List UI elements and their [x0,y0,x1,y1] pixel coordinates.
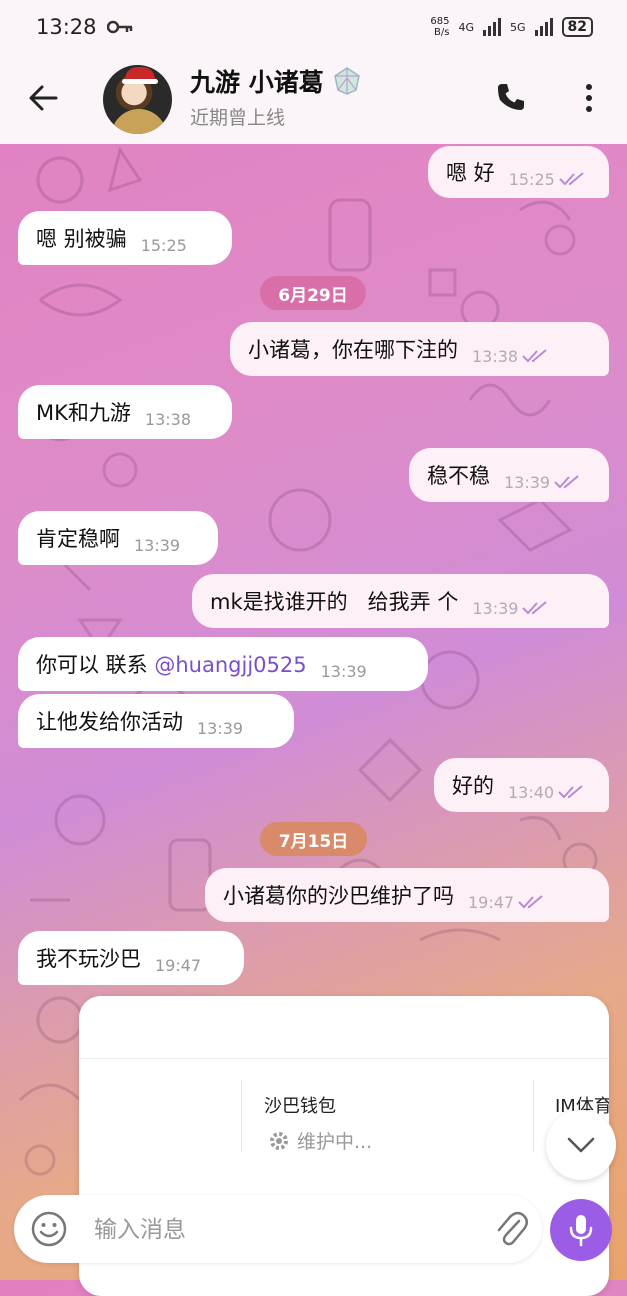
phone-call-icon[interactable] [495,81,527,113]
avatar[interactable] [103,65,172,134]
message-bubble-incoming[interactable]: 让他发给你活动 13:39 [18,694,294,748]
message-time: 15:25 [140,235,187,255]
message-text: mk是找谁开的 给我弄 个 [210,590,459,614]
double-check-icon [522,349,547,363]
message-bubble-incoming[interactable]: 你可以 联系 @huangjj0525 13:39 [18,637,428,691]
double-check-icon [554,475,579,489]
message-text: 小诸葛，你在哪下注的 [248,338,458,362]
message-bubble-outgoing[interactable]: 小诸葛，你在哪下注的 13:38 [230,322,609,376]
message-text: 你可以 联系 @huangjj0525 [36,653,307,677]
message-time: 13:38 [472,346,519,366]
date-separator: 7月15日 [260,822,367,856]
message-text: 嗯 好 [446,161,495,185]
wallet-label: 沙巴钱包 [264,1096,336,1117]
chat-header: 九游 小诸葛 近期曾上线 [0,54,627,144]
message-bubble-incoming[interactable]: MK和九游 13:38 [18,385,232,439]
scroll-to-bottom-button[interactable] [546,1110,616,1180]
paperclip-icon[interactable] [492,1209,530,1249]
double-check-icon [518,895,543,909]
sim1-label: 4G [458,20,474,34]
network-speed: 685 B/s [430,16,450,38]
message-text: 好的 [452,774,494,798]
battery-indicator: 82 [561,17,593,37]
key-icon [106,20,132,34]
user-mention-link[interactable]: @huangjj0525 [154,653,306,677]
message-time: 15:25 [508,169,555,189]
message-time: 13:39 [472,598,519,618]
message-text: 小诸葛你的沙巴维护了吗 [223,884,454,908]
message-text: 嗯 别被骗 [36,227,127,251]
chevron-down-icon [567,1137,595,1153]
more-options-icon[interactable] [578,80,600,116]
presence-status: 近期曾上线 [190,107,286,129]
message-time: 13:40 [508,782,555,802]
card-column-divider [533,1080,534,1152]
status-time: 13:28 [36,15,97,39]
signal-icon [534,18,553,36]
double-check-icon [559,172,584,186]
wallet-status: 维护中... [267,1127,372,1154]
voice-record-button[interactable] [550,1199,612,1261]
message-time: 19:47 [468,892,515,912]
message-text: 让他发给你活动 [36,710,183,734]
message-input[interactable] [92,1209,476,1251]
message-time: 13:39 [134,535,181,555]
message-bubble-outgoing[interactable]: 嗯 好 15:25 [428,146,609,198]
message-time: 13:39 [504,472,551,492]
date-separator: 6月29日 [260,276,366,310]
card-column-divider [241,1080,242,1152]
message-text: 肯定稳啊 [36,527,120,551]
message-text: 我不玩沙巴 [36,947,141,971]
contact-name[interactable]: 九游 小诸葛 [190,63,362,99]
double-check-icon [522,601,548,615]
microphone-icon [569,1215,593,1247]
card-divider [79,1058,609,1059]
message-bubble-outgoing[interactable]: 小诸葛你的沙巴维护了吗 19:47 [205,868,609,922]
message-bubble-outgoing[interactable]: 好的 13:40 [434,758,609,812]
status-bar: 13:28 685 B/s 4G 5G 82 [0,0,627,54]
message-composer [14,1195,542,1263]
back-arrow-icon[interactable] [26,80,62,116]
message-time: 19:47 [155,955,202,975]
message-bubble-incoming[interactable]: 嗯 别被骗 15:25 [18,211,232,265]
message-bubble-outgoing[interactable]: mk是找谁开的 给我弄 个 13:39 [192,574,609,628]
sim2-label: 5G [509,20,526,34]
emoji-icon[interactable] [30,1210,68,1248]
message-time: 13:38 [144,409,191,429]
double-check-icon [558,785,583,799]
message-bubble-incoming[interactable]: 肯定稳啊 13:39 [18,511,218,565]
gear-icon [270,1131,288,1150]
message-time: 13:39 [197,718,244,738]
message-text: MK和九游 [36,401,131,425]
signal-icon [482,18,501,36]
premium-gem-icon [333,67,360,95]
message-time: 13:39 [320,661,367,681]
message-bubble-incoming[interactable]: 我不玩沙巴 19:47 [18,931,244,985]
message-text: 稳不稳 [427,464,490,488]
message-bubble-outgoing[interactable]: 稳不稳 13:39 [409,448,609,502]
